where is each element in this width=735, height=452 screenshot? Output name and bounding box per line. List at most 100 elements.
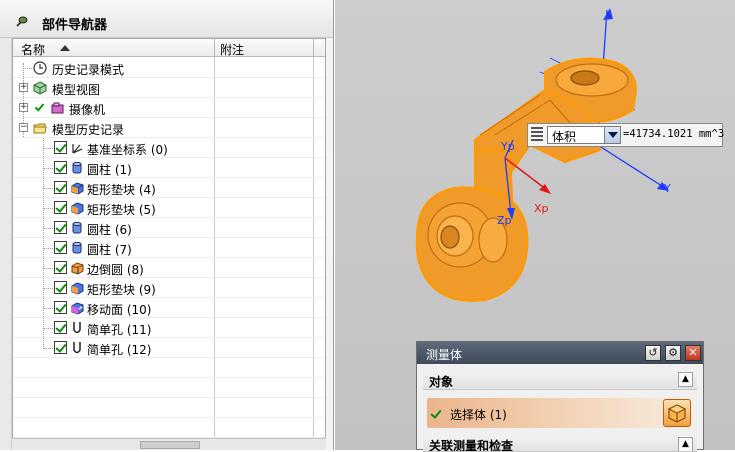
scrollbar-thumb[interactable] <box>140 441 200 449</box>
column-header-note[interactable]: 附注 <box>220 41 244 58</box>
tree-row-feature[interactable]: 矩形垫块 (9) <box>13 278 325 298</box>
yp-axis-label: Yp <box>500 140 515 153</box>
dialog-title: 测量体 <box>426 348 463 362</box>
feature-visibility-checkbox[interactable] <box>54 261 67 274</box>
tree-row-feature[interactable]: 圆柱 (7) <box>13 238 325 258</box>
tree-item-label: 模型历史记录 <box>52 123 125 137</box>
collapse-toggle[interactable]: − <box>19 123 28 132</box>
expand-toggle[interactable]: + <box>19 83 28 92</box>
tree-item-label: 简单孔 (12) <box>87 343 152 357</box>
feature-visibility-checkbox[interactable] <box>54 241 67 254</box>
xp-axis-label: Xp <box>534 202 549 215</box>
tree-row-feature[interactable]: 基准坐标系 (0) <box>13 138 325 158</box>
drag-grip-icon[interactable] <box>531 127 543 143</box>
tree-item-label: 历史记录模式 <box>52 63 125 77</box>
navigator-tree: 名称 附注 历史记录模式 + 模型视图 + 摄像机 − 模型历史记录 基准坐标系… <box>12 38 326 438</box>
tree-item-label: 圆柱 (7) <box>87 243 132 257</box>
tree-item-label: 模型视图 <box>52 83 101 97</box>
feature-visibility-checkbox[interactable] <box>54 201 67 214</box>
tree-row-feature[interactable]: 简单孔 (12) <box>13 338 325 358</box>
dropdown-arrow-icon[interactable] <box>604 127 620 143</box>
zp-axis-label: Zp <box>497 214 512 227</box>
volume-result: =41734.1021 mm^3 <box>623 128 725 140</box>
pad-icon <box>71 202 84 215</box>
tree-item-label: 摄像机 <box>69 103 106 117</box>
tree-item-label: 简单孔 (11) <box>87 323 152 337</box>
select-body-row[interactable]: 选择体 (1) <box>427 398 693 428</box>
tree-row-model-history[interactable]: − 模型历史记录 <box>13 118 325 138</box>
tree-item-label: 矩形垫块 (5) <box>87 203 156 217</box>
gear-icon[interactable]: ⚙ <box>665 345 681 361</box>
sort-ascending-icon <box>60 45 70 51</box>
tree-item-label: 矩形垫块 (9) <box>87 283 156 297</box>
tree-row-history-mode[interactable]: 历史记录模式 <box>13 58 325 78</box>
clock-icon <box>33 61 47 75</box>
section-object[interactable]: 对象 ▲ <box>423 370 697 390</box>
simple-hole-icon <box>73 322 81 334</box>
tree-row-feature[interactable]: 简单孔 (11) <box>13 318 325 338</box>
feature-visibility-checkbox[interactable] <box>54 141 67 154</box>
column-header-name[interactable]: 名称 <box>21 41 45 58</box>
move-face-icon <box>71 302 84 315</box>
select-body-label: 选择体 (1) <box>450 408 507 422</box>
cylinder-icon <box>72 161 82 174</box>
measure-type-select[interactable]: 体积 <box>547 126 621 144</box>
collapse-icon[interactable]: ▲ <box>678 372 693 387</box>
tree-row-feature[interactable]: 圆柱 (6) <box>13 218 325 238</box>
datum-csys-icon <box>72 144 83 154</box>
solid-body-icon <box>667 404 687 423</box>
pin-icon[interactable] <box>14 15 28 29</box>
y-axis-label: Y <box>663 182 671 195</box>
column-divider <box>313 39 314 57</box>
tree-row-feature[interactable]: 矩形垫块 (4) <box>13 178 325 198</box>
navigator-header: 部件导航器 <box>0 0 333 38</box>
feature-visibility-checkbox[interactable] <box>54 321 67 334</box>
navigator-title: 部件导航器 <box>42 18 108 33</box>
feature-visibility-checkbox[interactable] <box>54 341 67 354</box>
part-body[interactable] <box>415 57 637 302</box>
tree-item-label: 基准坐标系 (0) <box>87 143 168 157</box>
tree-item-label: 圆柱 (1) <box>87 163 132 177</box>
dialog-titlebar[interactable]: 测量体 ↺ ⚙ ✕ <box>417 342 703 364</box>
tree-row-feature[interactable]: 移动面 (10) <box>13 298 325 318</box>
section-title: 对象 <box>429 375 454 389</box>
tree-row-feature[interactable]: 矩形垫块 (5) <box>13 198 325 218</box>
tree-item-label: 边倒圆 (8) <box>87 263 144 277</box>
reset-icon[interactable]: ↺ <box>645 345 661 361</box>
pad-icon <box>71 282 84 295</box>
pad-icon <box>71 182 84 195</box>
feature-visibility-checkbox[interactable] <box>54 221 67 234</box>
cylinder-icon <box>72 221 82 234</box>
checkmark-icon <box>430 407 442 419</box>
tree-row-feature[interactable]: 圆柱 (1) <box>13 158 325 178</box>
tree-row-empty <box>13 378 325 398</box>
tree-row-empty <box>13 398 325 418</box>
select-body-cube-button[interactable] <box>663 399 691 427</box>
feature-visibility-checkbox[interactable] <box>54 161 67 174</box>
folder-icon <box>33 123 47 134</box>
tree-item-label: 移动面 (10) <box>87 303 152 317</box>
measure-result-popup: 体积 =41734.1021 mm^3 <box>527 123 725 147</box>
cylinder-icon <box>72 241 82 254</box>
feature-visibility-checkbox[interactable] <box>54 301 67 314</box>
tree-item-label: 圆柱 (6) <box>87 223 132 237</box>
camera-icon <box>51 102 64 114</box>
expand-toggle[interactable]: + <box>19 103 28 112</box>
tree-row-empty <box>13 418 325 438</box>
edge-blend-icon <box>71 262 84 275</box>
measure-body-dialog: 测量体 ↺ ⚙ ✕ 对象 ▲ 选择体 (1) 关联测量和检查 ▲ <box>416 341 704 452</box>
navigator-left-strip <box>0 38 12 450</box>
feature-visibility-checkbox[interactable] <box>54 181 67 194</box>
model-views-icon <box>33 81 47 95</box>
part-navigator-panel: 部件导航器 名称 附注 历史记录模式 + 模型视图 + 摄像机 − 模型历史记录… <box>0 0 334 450</box>
close-icon[interactable]: ✕ <box>685 345 701 361</box>
column-divider[interactable] <box>214 39 215 57</box>
horizontal-scrollbar[interactable] <box>12 438 326 450</box>
tree-row-model-views[interactable]: + 模型视图 <box>13 78 325 98</box>
tree-row-feature[interactable]: 边倒圆 (8) <box>13 258 325 278</box>
simple-hole-icon <box>73 342 81 354</box>
feature-visibility-checkbox[interactable] <box>54 281 67 294</box>
tree-header: 名称 附注 <box>13 39 325 57</box>
tree-row-camera[interactable]: + 摄像机 <box>13 98 325 118</box>
tree-row-empty <box>13 358 325 378</box>
